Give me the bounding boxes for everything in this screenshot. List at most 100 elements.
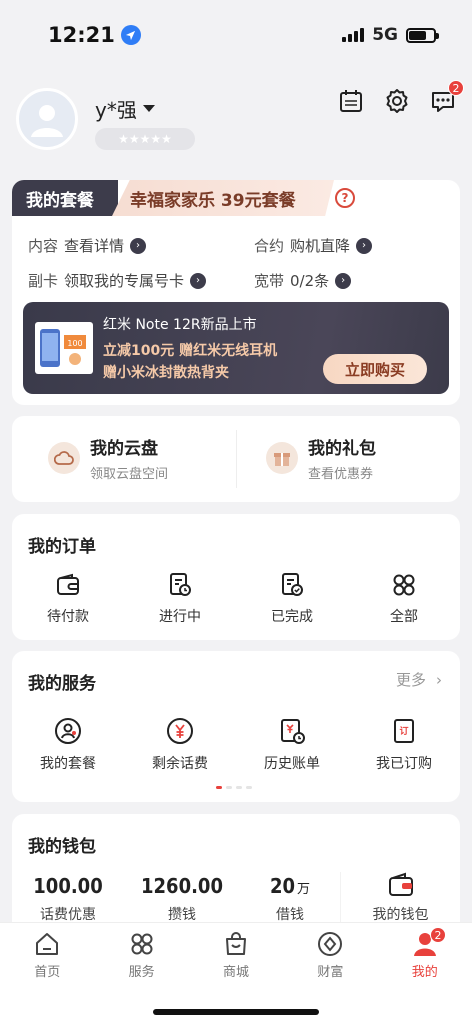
- service-history-bill[interactable]: 历史账单: [236, 717, 348, 773]
- order-label: 进行中: [159, 609, 201, 625]
- service-grid-icon: [131, 933, 153, 955]
- order-label: 全部: [390, 609, 418, 625]
- tab-label: 我的: [411, 965, 438, 980]
- cloud-icon: [48, 442, 80, 474]
- my-wallet-entry[interactable]: 我的钱包: [340, 872, 460, 924]
- order-all[interactable]: 全部: [348, 572, 460, 626]
- plan-row-contract[interactable]: 合约 购机直降 ›: [254, 235, 373, 256]
- gift-pack-entry[interactable]: 我的礼包 查看优惠券: [266, 434, 376, 482]
- wallet-label: 攒钱: [168, 907, 196, 923]
- orders-title: 我的订单: [28, 537, 96, 557]
- avatar[interactable]: [16, 88, 78, 150]
- plan-row-value: 0/2条: [290, 272, 330, 290]
- clock-doc-icon: [170, 573, 191, 596]
- plan-row-key: 宽带: [254, 272, 285, 290]
- home-indicator: [153, 1009, 319, 1015]
- tab-services[interactable]: 服务: [94, 931, 188, 980]
- signal-icon: [342, 28, 365, 42]
- plan-name[interactable]: 幸福家家乐 39元套餐: [112, 180, 334, 216]
- location-icon: [120, 25, 141, 45]
- order-label: 已完成: [271, 609, 313, 625]
- service-my-plan[interactable]: 我的套餐: [12, 717, 124, 773]
- wealth-icon: [318, 932, 343, 956]
- plan-row-content[interactable]: 内容 查看详情 ›: [28, 235, 147, 256]
- tab-shop[interactable]: 商城: [189, 931, 283, 980]
- wallet-label: 我的钱包: [372, 907, 429, 923]
- plan-row-broadband[interactable]: 宽带 0/2条 ›: [254, 270, 352, 291]
- check-doc-icon: [282, 573, 303, 596]
- more-services-link[interactable]: 更多 ›: [396, 669, 442, 690]
- avatar-placeholder-icon: [31, 105, 63, 137]
- service-label: 我的套餐: [40, 756, 96, 772]
- status-bar: 12:21 5G: [0, 0, 472, 70]
- bottom-tab-bar: 首页 服务 商城 财富 2 我的: [0, 922, 472, 1024]
- plan-row-key: 合约: [254, 237, 285, 255]
- order-pending-payment[interactable]: 待付款: [12, 572, 124, 626]
- cloud-subtitle: 领取云盘空间: [90, 467, 169, 482]
- service-ordered[interactable]: 订 我已订购: [348, 717, 460, 773]
- username: y*强: [95, 98, 137, 122]
- profile-header: y*强 ★★★★★ 2: [16, 80, 464, 158]
- more-label: 更多: [395, 671, 426, 689]
- plan-card: 我的套餐 幸福家家乐 39元套餐 ? 内容 查看详情 › 合约 购机直降 › 副…: [12, 180, 460, 405]
- plan-row-value: 查看详情: [64, 237, 125, 255]
- wallet-value: 20 万: [269, 874, 311, 898]
- settings-gear-icon[interactable]: [384, 88, 410, 114]
- wallet-item-discount[interactable]: 100.00 话费优惠: [12, 874, 124, 924]
- wallet-item-savings[interactable]: 1260.00 攒钱: [124, 874, 240, 924]
- tab-mine[interactable]: 2 我的: [378, 927, 472, 980]
- calendar-sign-in-icon[interactable]: [338, 88, 364, 114]
- services-card: 我的服务 更多 › 我的套餐 剩余话费 历史账单 订 我已订购: [12, 651, 460, 802]
- status-time: 12:21: [48, 23, 141, 47]
- shop-bag-icon: [225, 932, 246, 955]
- plan-label: 我的套餐: [12, 180, 118, 216]
- promo-title: 红米 Note 12R新品上市: [103, 317, 257, 333]
- message-icon[interactable]: 2: [430, 80, 464, 114]
- service-label: 我已订购: [376, 756, 432, 772]
- promo-line2: 立减100元 赠红米无线耳机: [103, 343, 278, 359]
- grid-icon: [393, 574, 415, 596]
- cloud-drive-entry[interactable]: 我的云盘 领取云盘空间: [48, 434, 168, 482]
- service-label: 历史账单: [264, 756, 320, 772]
- cloud-title: 我的云盘: [90, 439, 158, 459]
- time-text: 12:21: [48, 23, 115, 47]
- tab-home[interactable]: 首页: [0, 931, 94, 980]
- service-balance[interactable]: 剩余话费: [124, 717, 236, 773]
- buy-now-button[interactable]: 立即购买: [323, 354, 427, 384]
- order-label: 待付款: [47, 609, 89, 625]
- plan-row-subcard[interactable]: 副卡 领取我的专属号卡 ›: [28, 270, 207, 291]
- service-label: 剩余话费: [152, 756, 208, 772]
- ordered-icon: 订: [394, 719, 414, 743]
- chevron-right-icon: ›: [436, 670, 442, 689]
- gift-icon: [266, 442, 298, 474]
- wallet-label: 话费优惠: [40, 907, 96, 923]
- wallet-item-loan[interactable]: 20 万 借钱: [240, 874, 340, 924]
- divider: [236, 430, 237, 488]
- order-completed[interactable]: 已完成: [236, 572, 348, 626]
- wallet-value: 1260.00: [141, 874, 223, 898]
- home-icon: [36, 933, 59, 955]
- services-title: 我的服务: [28, 674, 96, 694]
- wallet-icon: [57, 573, 79, 595]
- plan-row-value: 领取我的专属号卡: [64, 272, 185, 290]
- chevron-right-icon: ›: [190, 272, 207, 289]
- gift-title: 我的礼包: [308, 439, 376, 459]
- tab-label: 商城: [222, 965, 249, 980]
- bill-icon: [281, 719, 305, 744]
- message-badge: 2: [448, 80, 464, 96]
- caret-down-icon: [142, 105, 155, 112]
- mine-badge: 2: [429, 927, 446, 943]
- tab-wealth[interactable]: 财富: [283, 931, 377, 980]
- tab-label: 首页: [34, 965, 61, 980]
- wallet-label: 借钱: [276, 907, 304, 923]
- promo-banner[interactable]: 100 红米 Note 12R新品上市 立减100元 赠红米无线耳机 赠小米冰封…: [23, 302, 449, 394]
- star-level: ★★★★★: [95, 128, 195, 150]
- order-in-progress[interactable]: 进行中: [124, 572, 236, 626]
- plan-row-key: 内容: [28, 237, 59, 255]
- plan-row-key: 副卡: [28, 272, 59, 290]
- help-icon[interactable]: ?: [335, 188, 355, 208]
- username-selector[interactable]: y*强: [95, 94, 155, 123]
- plan-row-value: 购机直降: [290, 237, 351, 255]
- wallet-value: 100.00: [33, 874, 103, 898]
- page-indicator: [216, 786, 252, 789]
